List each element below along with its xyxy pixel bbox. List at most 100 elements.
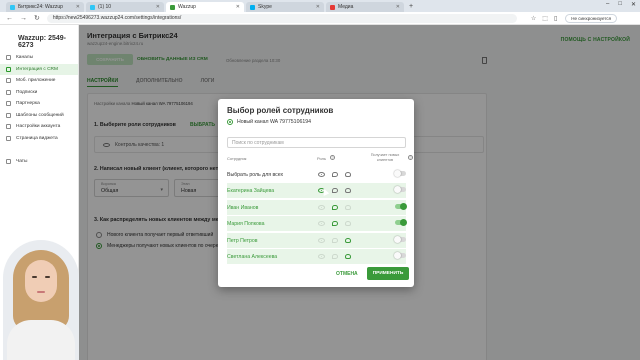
modal-channel-name: Новый канал WA 79775106194 [237,119,311,125]
search-placeholder: Поиск по сотрудникам [232,139,284,146]
employee-name: Иван Иванов [227,204,259,211]
sidebar-item-crm-integration[interactable]: Интеграция с CRM [0,63,78,75]
observer-role-icon[interactable] [318,205,325,210]
forward-icon[interactable]: → [20,15,27,22]
partner-icon [6,101,11,107]
chat-role-icon[interactable] [332,238,338,243]
chat-role-icon[interactable] [332,221,338,226]
close-window-icon[interactable]: ✕ [631,1,636,8]
roles-table-header: Сотрудник Роль ? Получает новых клиентов… [227,153,413,165]
address-bar: ← → ↻ https://new25496273.wazzup24.com/s… [0,12,640,25]
close-icon[interactable]: ✕ [236,4,240,10]
browser-tab[interactable]: Skype ✕ [246,2,324,12]
receives-clients-toggle[interactable] [394,251,406,259]
users-role-icon[interactable] [345,205,351,210]
integration-icon [6,66,11,72]
browser-tab-active[interactable]: Wazzup ✕ [166,2,244,12]
sidebar-item-label: Партнерка [16,101,40,107]
receives-clients-toggle[interactable] [395,202,407,210]
presenter-eye [32,276,37,278]
users-role-icon[interactable] [345,221,351,226]
sidebar-item-label: Чаты [16,159,28,165]
back-icon[interactable]: ← [6,15,13,22]
browser-tab-label: (1) 10 [98,4,112,10]
cancel-button[interactable]: ОТМЕНА [336,271,358,277]
sidebar-item-widget-page[interactable]: Страница виджета [0,133,78,145]
sidebar-item-label: Настройки аккаунта [16,124,61,130]
sidebar-item-label: Моб. приложение [16,78,56,84]
users-role-icon[interactable] [345,254,351,259]
users-role-icon[interactable] [345,238,351,243]
star-icon[interactable]: ☆ [531,15,536,22]
table-row: Екатерина Зайцева [227,183,406,198]
close-icon[interactable]: ✕ [316,4,320,10]
users-role-icon[interactable] [345,172,351,177]
employee-name: Петр Петров [227,237,258,244]
browser-tab[interactable]: (1) 10 ✕ [86,2,164,12]
employee-name: Светлана Алексеева [227,253,278,260]
browser-tab-label: Медиа [338,4,354,10]
chat-role-icon[interactable] [332,254,338,259]
maximize-icon[interactable]: □ [618,1,622,8]
widget-icon [6,135,11,141]
table-row: Мария Попкова [227,216,407,231]
profile-status-badge[interactable]: Не синхронизуется [565,13,618,23]
table-row: Светлана Алексеева [227,249,406,264]
chat-role-icon[interactable] [332,205,338,210]
roles-modal: Выбор ролей сотрудников Новый канал WA 7… [218,99,414,287]
subscription-icon [6,89,11,95]
sidebar-item-mobile-app[interactable]: Моб. приложение [0,75,78,87]
sidebar-item-subscriptions[interactable]: Подписки [0,87,78,99]
bitrix-favicon-icon [10,4,15,10]
employee-search-input[interactable]: Поиск по сотрудникам [227,137,406,148]
browser-tab[interactable]: Медиа ✕ [326,2,404,12]
browser-tab-label: Wazzup [178,4,196,10]
new-tab-icon[interactable]: + [409,2,413,12]
employee-name: Выбрать роль для всех [227,171,284,178]
observer-role-icon[interactable] [318,254,325,259]
sidebar-item-partners[interactable]: Партнерка [0,98,78,110]
browser-tab[interactable]: Битрикс24: Wazzup ✕ [6,2,84,12]
chat-role-icon[interactable] [332,172,338,177]
extension-icon[interactable]: ⬚ [542,15,548,22]
observer-role-icon[interactable] [318,172,325,177]
receives-clients-toggle[interactable] [394,169,406,177]
close-icon[interactable]: ✕ [156,4,160,10]
sidebar-item-channels[interactable]: Каналы [0,52,78,64]
apply-button[interactable]: ПРИМЕНИТЬ [367,267,409,280]
presenter-shirt [7,320,75,360]
close-icon[interactable]: ✕ [76,4,80,10]
help-icon[interactable]: ? [408,155,413,160]
receives-clients-toggle[interactable] [394,185,406,193]
gear-icon [6,124,11,130]
sidebar-item-label: Подписки [16,89,38,95]
sidebar-item-account-settings[interactable]: Настройки аккаунта [0,121,78,133]
window-controls: – □ ✕ [606,1,636,8]
sidebar-item-templates[interactable]: Шаблоны сообщений [0,110,78,122]
minimize-icon[interactable]: – [606,1,609,8]
template-icon [6,112,11,118]
sidebar-item-label: Интеграция с CRM [16,66,59,72]
receives-clients-toggle[interactable] [394,235,406,243]
employee-name: Екатерина Зайцева [227,187,275,194]
help-icon[interactable]: ? [330,155,335,160]
users-role-icon[interactable] [345,188,351,193]
sidebar-item-label: Шаблоны сообщений [16,112,64,118]
skype-favicon-icon [250,4,255,10]
close-icon[interactable]: ✕ [396,4,400,10]
presenter-webcam [3,240,79,360]
observer-role-icon[interactable] [318,238,325,243]
sidebar-toggle-icon[interactable]: ▯ [554,15,557,22]
wazzup-favicon-icon [170,4,175,10]
modal-channel: Новый канал WA 79775106194 [227,119,311,125]
sidebar-item-label: Каналы [16,55,34,61]
receives-clients-toggle[interactable] [395,218,407,226]
url-input[interactable]: https://new25496273.wazzup24.com/setting… [46,13,517,23]
observer-role-icon[interactable] [318,221,325,226]
presenter-eye [45,276,50,278]
sidebar-item-label: Страница виджета [16,135,58,141]
chat-role-icon[interactable] [332,188,338,193]
sidebar-item-chats[interactable]: Чаты [0,156,78,168]
url-text: https://new25496273.wazzup24.com/setting… [52,15,182,21]
reload-icon[interactable]: ↻ [34,14,40,22]
